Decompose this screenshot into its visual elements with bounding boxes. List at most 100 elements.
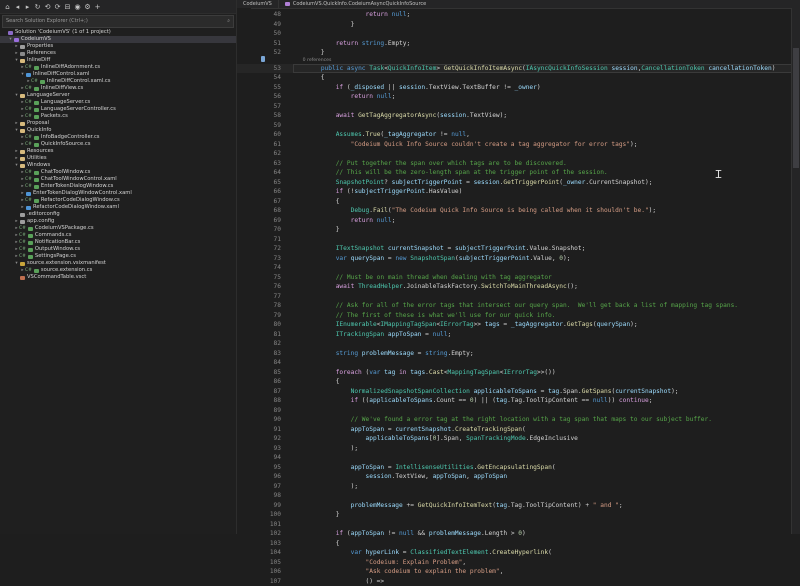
- tree-item[interactable]: ▾CodeiumVS: [0, 36, 236, 43]
- code-text: {: [291, 197, 339, 207]
- tree-item[interactable]: ▸C#Commands.cs: [0, 232, 236, 239]
- expand-arrow-icon[interactable]: ▾: [14, 127, 19, 134]
- tree-item[interactable]: ▸EnterTokenDialogWindowControl.xaml: [0, 190, 236, 197]
- tree-item[interactable]: Solution 'CodeiumVS' (1 of 1 project): [0, 29, 236, 36]
- tree-item[interactable]: ▸Resources: [0, 148, 236, 155]
- tree-item[interactable]: ▸Utilities: [0, 155, 236, 162]
- tree-item[interactable]: ▸RefactorCodeDialogWindow.xaml: [0, 204, 236, 211]
- tree-item[interactable]: ▸C#Packets.cs: [0, 113, 236, 120]
- code-line: 98: [237, 491, 792, 501]
- tree-item[interactable]: ▸C#EnterTokenDialogWindow.cs: [0, 183, 236, 190]
- collapse-all-icon[interactable]: ⊟: [64, 3, 71, 11]
- tree-item[interactable]: ▸C#LanguageServerController.cs: [0, 106, 236, 113]
- tree-item[interactable]: ▸C#NotificationBar.cs: [0, 239, 236, 246]
- codelens-marker: [497, 59, 501, 83]
- expand-arrow-icon[interactable]: ▾: [14, 162, 19, 169]
- line-number: 94: [237, 453, 291, 463]
- forward-icon[interactable]: ▸: [24, 3, 31, 11]
- tree-item[interactable]: .editorconfig: [0, 211, 236, 218]
- add-icon[interactable]: +: [94, 3, 101, 11]
- expand-arrow-icon[interactable]: ▸: [20, 190, 25, 197]
- home-icon[interactable]: ⌂: [4, 3, 11, 11]
- tree-item[interactable]: ▸C#OutputWindow.cs: [0, 246, 236, 253]
- expand-arrow-icon[interactable]: ▾: [20, 71, 25, 78]
- expand-arrow-icon[interactable]: ▾: [14, 92, 19, 99]
- search-icon[interactable]: ⌕: [227, 16, 230, 27]
- preview-icon[interactable]: ◉: [74, 3, 81, 11]
- tree-item-label: Properties: [27, 43, 53, 50]
- folder-file-icon: [20, 157, 25, 161]
- expand-arrow-icon[interactable]: ▸: [20, 204, 25, 211]
- code-line: 80 IEnumerable<IMappingTagSpan<IErrorTag…: [237, 320, 792, 330]
- code-text: // Put together the span over which tags…: [291, 159, 567, 169]
- code-token: =: [421, 331, 432, 338]
- expand-arrow-icon[interactable]: ▸: [14, 155, 19, 162]
- project-dropdown[interactable]: CodeiumVS: [237, 0, 279, 8]
- solution-search-input[interactable]: Search Solution Explorer (Ctrl+;) ⌕: [2, 15, 234, 28]
- code-token: [291, 473, 366, 480]
- properties-icon[interactable]: ⚙: [84, 3, 91, 11]
- code-line: 90 // We've found a error tag at the rig…: [237, 415, 792, 425]
- tree-item[interactable]: ▸C#ChatToolWindowControl.xaml: [0, 176, 236, 183]
- code-text-area[interactable]: 48 return null;49 }5051 return string.Em…: [237, 10, 792, 534]
- tree-item[interactable]: ▸C#LanguageServer.cs: [0, 99, 236, 106]
- code-token: session: [366, 473, 392, 480]
- code-token: True: [366, 131, 381, 138]
- expand-arrow-icon[interactable]: ▸: [14, 50, 19, 57]
- history-icon[interactable]: ⟲: [44, 3, 51, 11]
- refresh-icon[interactable]: ⟳: [54, 3, 61, 11]
- expand-arrow-icon[interactable]: ▸: [14, 218, 19, 225]
- tree-item[interactable]: ▾InlineDiff: [0, 57, 236, 64]
- tree-item[interactable]: ▸ Properties: [0, 43, 236, 50]
- tree-item[interactable]: ▸C#CodeiumVSPackage.cs: [0, 225, 236, 232]
- code-line: 83 string problemMessage = string.Empty;: [237, 349, 792, 359]
- type-dropdown[interactable]: CodeiumVS.QuickInfo.CodeiumAsyncQuickInf…: [279, 0, 432, 8]
- tree-item[interactable]: ▸C#RefactorCodeDialogWindow.cs: [0, 197, 236, 204]
- code-token: .Value.Snapshot;: [526, 245, 586, 252]
- tree-item[interactable]: ▾ QuickInfo: [0, 127, 236, 134]
- code-token: .Tag.ToolTipContent ==: [507, 397, 593, 404]
- tree-item[interactable]: VSCommandTable.vsct: [0, 274, 236, 281]
- tree-item[interactable]: ▸C#ChatToolWindow.cs: [0, 169, 236, 176]
- tree-item-label: QuickInfo: [27, 127, 52, 134]
- code-token: ThreadHelper: [358, 283, 403, 290]
- sync-icon[interactable]: ↻: [34, 3, 41, 11]
- tree-item[interactable]: ▸app.config: [0, 218, 236, 225]
- tree-item[interactable]: ▸C#source.extension.cs: [0, 267, 236, 274]
- quick-action-gutter-icon[interactable]: [261, 56, 265, 62]
- expand-arrow-icon[interactable]: ▸: [14, 120, 19, 127]
- code-token: ): [772, 65, 776, 72]
- tree-item[interactable]: ▸C#SettingsPage.cs: [0, 253, 236, 260]
- vertical-scrollbar[interactable]: [791, 8, 800, 534]
- back-icon[interactable]: ◂: [14, 3, 21, 11]
- tree-item[interactable]: ▸C#InlineDiffControl.xaml.cs: [0, 78, 236, 85]
- code-text: string problemMessage = string.Empty;: [291, 349, 474, 359]
- code-text: return string.Empty;: [291, 39, 410, 49]
- cs-file-icon: [34, 66, 39, 70]
- code-line: 97 );: [237, 482, 792, 492]
- expand-arrow-icon[interactable]: ▸: [14, 43, 19, 50]
- code-line: 87 NormalizedSnapshotSpanCollection appl…: [237, 387, 792, 397]
- tree-item[interactable]: ▸C#QuickInfoSource.cs: [0, 141, 236, 148]
- tree-item[interactable]: ▸Proposal: [0, 120, 236, 127]
- code-token: _tagAggregator: [511, 321, 563, 328]
- tree-item[interactable]: ▾source.extension.vsixmanifest: [0, 260, 236, 267]
- expand-arrow-icon[interactable]: ▾: [8, 36, 13, 43]
- expand-arrow-icon[interactable]: ▾: [14, 57, 19, 64]
- code-token: IErrorTag: [440, 321, 474, 328]
- code-token: hyperLink: [366, 549, 400, 556]
- tree-item[interactable]: ▾LanguageServer: [0, 92, 236, 99]
- expand-arrow-icon[interactable]: ▾: [14, 260, 19, 267]
- tree-item[interactable]: ▸C#InlineDiffAdornment.cs: [0, 64, 236, 71]
- tree-item[interactable]: ▸C#InfoBadgeController.cs: [0, 134, 236, 141]
- tree-item[interactable]: ▸C#InlineDiffView.cs: [0, 85, 236, 92]
- code-line: 95 appToSpan = IntellisenseUtilities.Get…: [237, 463, 792, 473]
- scrollbar-thumb[interactable]: [793, 48, 799, 168]
- tree-item[interactable]: ▸References: [0, 50, 236, 57]
- code-text: if ((applicableToSpans.Count == 0) || (t…: [291, 396, 652, 406]
- tree-item-label: Packets.cs: [41, 113, 68, 120]
- expand-arrow-icon[interactable]: ▸: [14, 148, 19, 155]
- tree-item[interactable]: ▾Windows: [0, 162, 236, 169]
- code-token: tag: [496, 502, 507, 509]
- tree-item[interactable]: ▾InlineDiffControl.xaml: [0, 71, 236, 78]
